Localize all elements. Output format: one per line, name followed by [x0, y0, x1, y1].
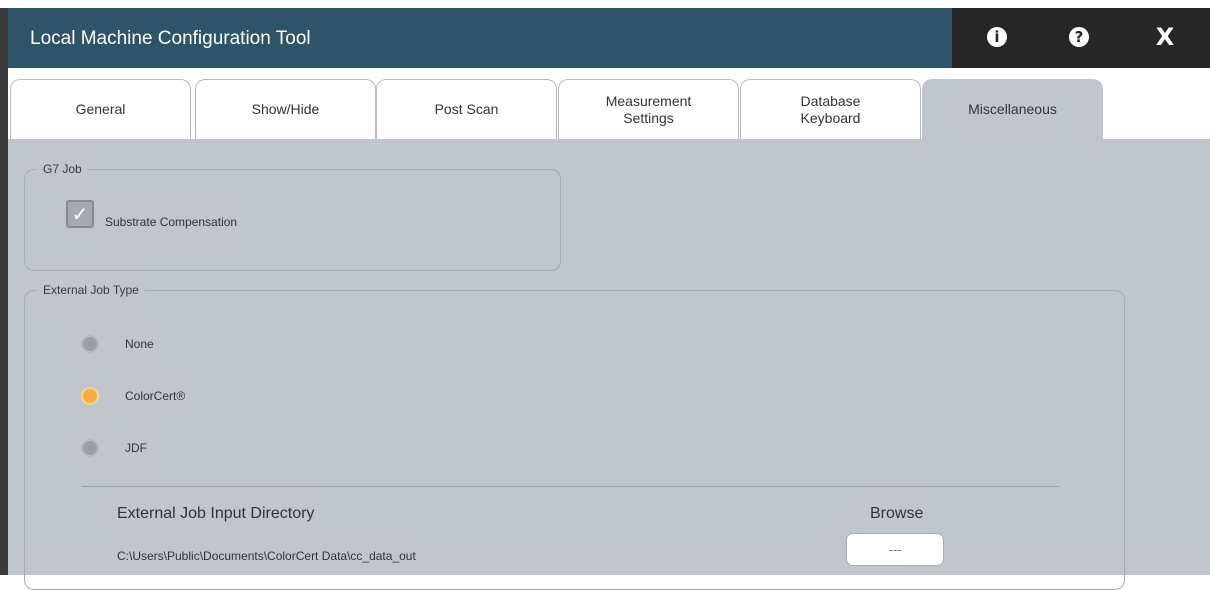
tab-measurement-settings[interactable]: Measurement Settings [558, 79, 739, 139]
divider [82, 486, 1060, 487]
substrate-compensation-label: Substrate Compensation [105, 215, 238, 229]
tab-content-miscellaneous: G7 Job ✓ Substrate Compensation External… [8, 139, 1210, 590]
tab-show-hide[interactable]: Show/Hide [195, 79, 376, 139]
close-icon: X [1155, 23, 1175, 51]
external-job-type-group: External Job Type None ColorCert® JDF [24, 282, 1125, 590]
browse-label: Browse [870, 505, 924, 522]
radio-none[interactable] [81, 335, 99, 353]
substrate-compensation-checkbox[interactable]: ✓ [66, 200, 94, 228]
radio-jdf-label: JDF [125, 441, 147, 455]
browse-button[interactable]: --- [846, 533, 944, 566]
radio-colorcert-label: ColorCert® [125, 389, 186, 403]
title-bar: Local Machine Configuration Tool i ? X [8, 8, 1210, 68]
radio-jdf[interactable] [81, 439, 99, 457]
g7-job-legend: G7 Job [37, 161, 88, 177]
tab-label: Database Keyboard [800, 92, 861, 126]
input-directory-path: C:\Users\Public\Documents\ColorCert Data… [117, 549, 416, 563]
tab-database-keyboard[interactable]: Database Keyboard [740, 79, 921, 139]
top-strip [0, 0, 1210, 8]
tab-label: Show/Hide [251, 101, 320, 117]
g7-job-group: G7 Job ✓ Substrate Compensation [24, 161, 561, 271]
radio-colorcert[interactable] [81, 387, 99, 405]
tab-label: General [75, 101, 126, 117]
tab-label: Measurement Settings [605, 92, 692, 126]
tab-general[interactable]: General [10, 79, 191, 139]
window-controls: i ? X [952, 8, 1210, 68]
help-icon: ? [1069, 27, 1089, 47]
external-job-type-legend: External Job Type [37, 282, 145, 298]
info-icon: i [987, 27, 1007, 47]
tab-label: Post Scan [434, 101, 499, 117]
close-button[interactable]: X [1150, 22, 1180, 52]
tab-strip: General Show/Hide Post Scan Measurement … [8, 68, 1210, 139]
window-left-border [0, 8, 8, 575]
radio-none-label: None [125, 337, 154, 351]
help-button[interactable]: ? [1064, 22, 1094, 52]
input-directory-label: External Job Input Directory [117, 505, 315, 522]
check-icon: ✓ [71, 202, 89, 226]
tab-miscellaneous[interactable]: Miscellaneous [922, 79, 1103, 139]
app-title: Local Machine Configuration Tool [30, 28, 311, 49]
config-window: Local Machine Configuration Tool i ? X G… [0, 0, 1210, 590]
tab-post-scan[interactable]: Post Scan [376, 79, 557, 139]
info-button[interactable]: i [982, 22, 1012, 52]
tab-label: Miscellaneous [968, 101, 1057, 117]
